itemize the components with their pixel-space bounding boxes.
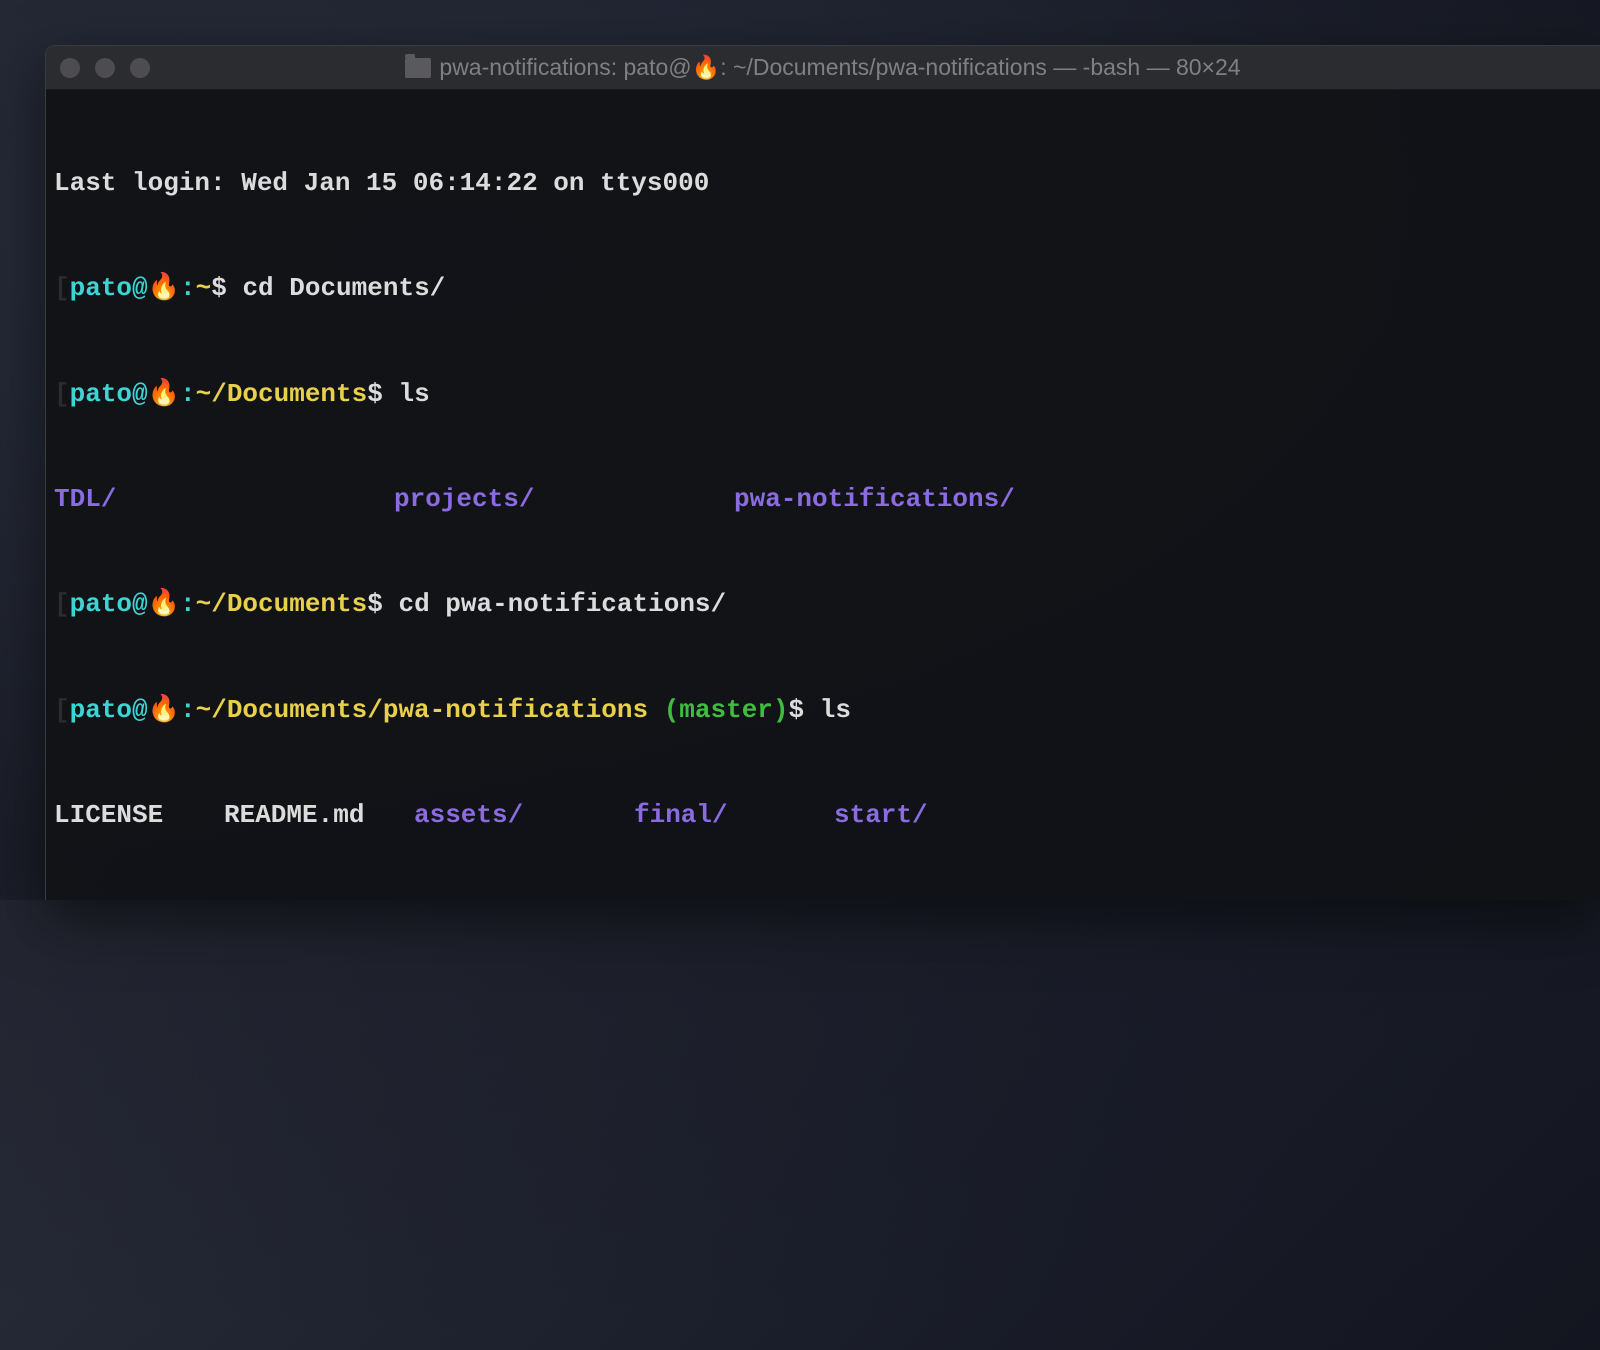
prompt-line-4: [pato@🔥:~/Documents/pwa-notifications (m… (54, 693, 1592, 728)
ls-item: final/ (634, 798, 834, 833)
prompt-path: ~ (196, 273, 212, 303)
prompt-path: ~/Documents/pwa-notifications (196, 695, 648, 725)
prompt-branch: (master) (648, 695, 788, 725)
ls-item: README.md (224, 798, 414, 833)
prompt-line-3: [pato@🔥:~/Documents$ cd pwa-notification… (54, 587, 1592, 622)
prompt-dollar: $ (367, 379, 398, 409)
ls-item: assets/ (414, 798, 634, 833)
prompt-emoji: 🔥 (148, 589, 180, 619)
prompt-path: ~/Documents (196, 379, 368, 409)
prompt-emoji: 🔥 (148, 695, 180, 725)
window-title: pwa-notifications: pato@🔥: ~/Documents/p… (46, 54, 1600, 81)
terminal-output[interactable]: Last login: Wed Jan 15 06:14:22 on ttys0… (46, 90, 1600, 900)
prompt-sep: : (180, 695, 196, 725)
bracket-open: [ (54, 273, 70, 303)
prompt-line-1: [pato@🔥:~$ cd Documents/ (54, 271, 1592, 306)
prompt-dollar: $ (789, 695, 820, 725)
prompt-emoji: 🔥 (148, 379, 180, 409)
last-login-line: Last login: Wed Jan 15 06:14:22 on ttys0… (54, 166, 1592, 201)
cmd-cd-documents: cd Documents/ (242, 273, 445, 303)
ls-item: TDL/ (54, 482, 394, 517)
prompt-user: pato@ (70, 589, 148, 619)
cmd-ls-2: ls (820, 695, 851, 725)
folder-icon (405, 58, 431, 78)
traffic-lights (60, 58, 150, 78)
prompt-path: ~/Documents (196, 589, 368, 619)
title-prefix: pwa-notifications: pato@ (439, 54, 691, 80)
ls-output-1: TDL/projects/pwa-notifications/ (54, 482, 1592, 517)
bracket-open: [ (54, 379, 70, 409)
cmd-cd-pwa: cd pwa-notifications/ (398, 589, 726, 619)
bracket-open: [ (54, 695, 70, 725)
cmd-ls: ls (398, 379, 429, 409)
terminal-window: pwa-notifications: pato@🔥: ~/Documents/p… (45, 45, 1600, 900)
title-emoji: 🔥 (692, 54, 721, 80)
title-suffix: : ~/Documents/pwa-notifications — -bash … (720, 54, 1240, 80)
ls-item: LICENSE (54, 798, 224, 833)
ls-item: projects/ (394, 482, 734, 517)
prompt-line-2: [pato@🔥:~/Documents$ ls (54, 377, 1592, 412)
bracket-open: [ (54, 589, 70, 619)
ls-item: pwa-notifications/ (734, 482, 1015, 517)
prompt-sep: : (180, 589, 196, 619)
close-button[interactable] (60, 58, 80, 78)
ls-output-2: LICENSEREADME.mdassets/final/start/ (54, 798, 1592, 833)
prompt-user: pato@ (70, 379, 148, 409)
prompt-dollar: $ (211, 273, 242, 303)
ls-item: start/ (834, 798, 928, 833)
titlebar[interactable]: pwa-notifications: pato@🔥: ~/Documents/p… (46, 46, 1600, 90)
prompt-user: pato@ (70, 273, 148, 303)
minimize-button[interactable] (95, 58, 115, 78)
prompt-user: pato@ (70, 695, 148, 725)
prompt-sep: : (180, 273, 196, 303)
zoom-button[interactable] (130, 58, 150, 78)
prompt-emoji: 🔥 (148, 273, 180, 303)
prompt-dollar: $ (367, 589, 398, 619)
prompt-sep: : (180, 379, 196, 409)
